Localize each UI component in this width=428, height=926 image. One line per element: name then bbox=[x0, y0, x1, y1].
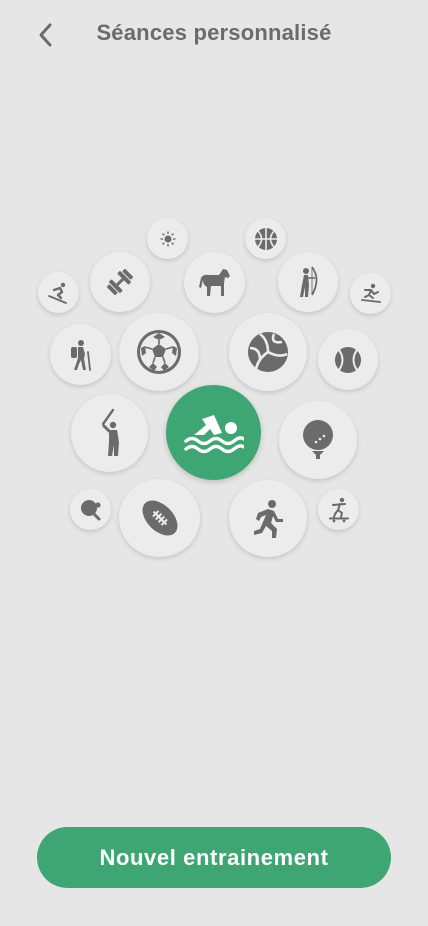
sport-bubble-baseball[interactable] bbox=[71, 394, 148, 472]
skiing-icon bbox=[47, 282, 67, 304]
sport-bubble-golf[interactable] bbox=[279, 401, 357, 479]
sport-bubble-american-football[interactable] bbox=[119, 479, 200, 557]
dumbbell-icon bbox=[106, 268, 134, 296]
swimmer-icon bbox=[183, 414, 244, 453]
ping-pong-icon bbox=[80, 499, 101, 520]
sport-bubble-volleyball[interactable] bbox=[229, 313, 307, 391]
sport-bubble-skateboarding[interactable] bbox=[318, 489, 359, 530]
sport-bubble-running[interactable] bbox=[229, 480, 307, 557]
sport-bubble-horse-riding[interactable] bbox=[184, 252, 245, 313]
baseball-batter-icon bbox=[101, 408, 119, 456]
tennis-ball-icon bbox=[335, 346, 361, 373]
skateboard-icon bbox=[328, 497, 349, 522]
sport-bubble-weightlifting[interactable] bbox=[90, 252, 150, 312]
sport-bubble-skiing[interactable] bbox=[38, 272, 79, 313]
sport-bubble-archery[interactable] bbox=[278, 252, 338, 312]
golf-ball-icon bbox=[303, 420, 333, 459]
sport-bubble-snowboard[interactable] bbox=[350, 273, 391, 314]
sport-bubble-basketball[interactable] bbox=[245, 218, 286, 259]
sport-bubble-swimming[interactable] bbox=[166, 385, 261, 480]
football-icon bbox=[142, 500, 177, 536]
sport-bubble-sun-burst[interactable] bbox=[147, 218, 188, 259]
sport-bubble-cloud bbox=[0, 200, 428, 580]
sport-bubble-table-tennis[interactable] bbox=[70, 489, 111, 530]
sport-bubble-tennis[interactable] bbox=[318, 329, 378, 390]
page-title: Séances personnalisé bbox=[96, 20, 332, 45]
archery-icon bbox=[300, 266, 318, 297]
sport-bubble-hiking[interactable] bbox=[50, 324, 111, 385]
snowboard-icon bbox=[360, 283, 381, 303]
soccer-ball-icon bbox=[137, 330, 181, 374]
hiking-icon bbox=[70, 339, 91, 371]
header: Séances personnalisé bbox=[0, 0, 428, 70]
basketball-icon bbox=[254, 227, 277, 250]
runner-icon bbox=[254, 499, 283, 538]
horse-icon bbox=[198, 268, 230, 296]
volleyball-icon bbox=[248, 332, 288, 372]
sun-icon bbox=[160, 231, 175, 246]
sport-bubble-soccer[interactable] bbox=[119, 313, 199, 391]
new-workout-button[interactable]: Nouvel entrainement bbox=[37, 827, 391, 888]
